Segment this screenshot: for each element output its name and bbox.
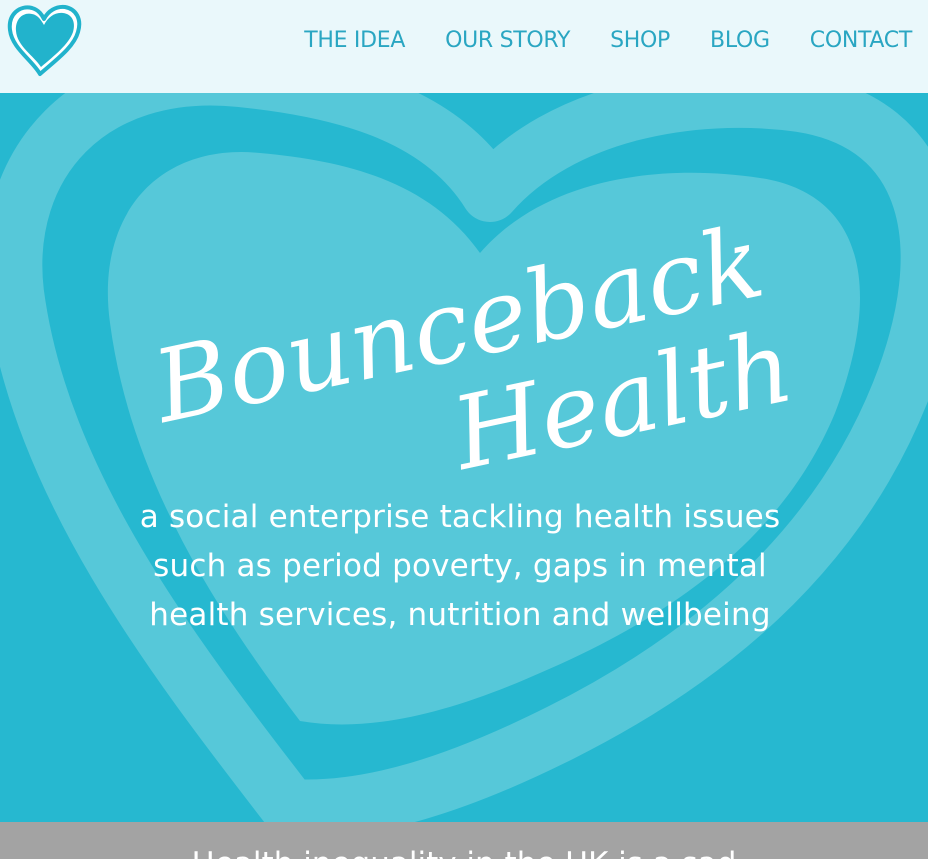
brand-logotype: Bounceback Health [142,203,802,493]
main-nav: THE IDEA OUR STORY SHOP BLOG CONTACT [304,27,912,55]
intro-heading: Health inequality in the UK is a sad [0,844,928,859]
nav-link-shop[interactable]: SHOP [610,27,670,55]
nav-link-contact[interactable]: CONTACT [810,27,913,55]
nav-link-our-story[interactable]: OUR STORY [445,27,570,55]
nav-link-the-idea[interactable]: THE IDEA [304,27,405,55]
nav-link-blog[interactable]: BLOG [710,27,770,55]
hero-section: Bounceback Health a social enterprise ta… [0,93,928,822]
intro-band: Health inequality in the UK is a sad [0,822,928,859]
site-header: THE IDEA OUR STORY SHOP BLOG CONTACT [0,0,928,93]
heart-icon[interactable] [4,2,82,78]
hero-tagline: a social enterprise tackling health issu… [139,499,781,633]
